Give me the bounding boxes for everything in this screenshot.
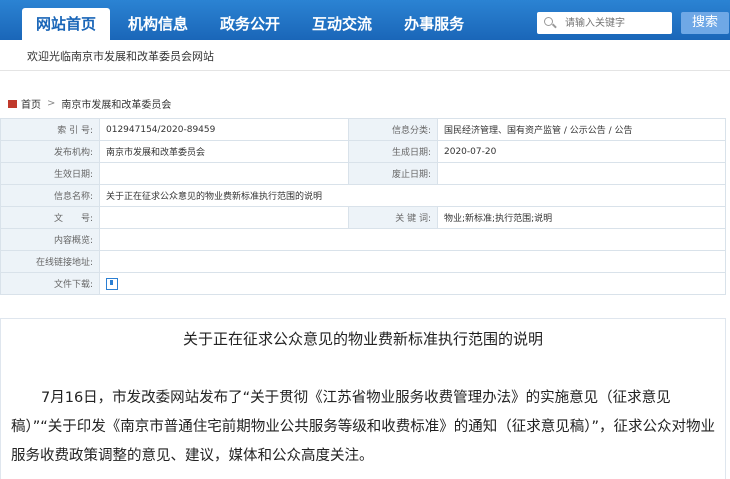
search-input[interactable]: [563, 16, 672, 30]
link-value: [99, 250, 726, 273]
summary-value: [99, 228, 726, 251]
keywords-label: 关 键 词:: [348, 206, 438, 229]
nav-item-interaction[interactable]: 互动交流: [298, 8, 386, 40]
nav-item-services[interactable]: 办事服务: [390, 8, 478, 40]
article-panel: 关于正在征求公众意见的物业费新标准执行范围的说明 7月16日，市发改委网站发布了…: [0, 318, 726, 479]
issuer-label: 发布机构:: [0, 140, 100, 163]
top-navigation-bar: 网站首页 机构信息 政务公开 互动交流 办事服务 搜索: [0, 0, 730, 40]
table-row: 生效日期: 废止日期:: [0, 162, 726, 185]
category-value: 国民经济管理、国有资产监管 / 公示公告 / 公告: [437, 118, 726, 141]
breadcrumb-current[interactable]: 南京市发展和改革委员会: [61, 96, 171, 111]
main-nav: 网站首页 机构信息 政务公开 互动交流 办事服务: [22, 8, 482, 40]
name-label: 信息名称:: [0, 184, 100, 207]
category-label: 信息分类:: [348, 118, 438, 141]
keywords-value: 物业;新标准;执行范围;说明: [437, 206, 726, 229]
document-metadata-table: 索 引 号: 012947154/2020-89459 信息分类: 国民经济管理…: [0, 118, 726, 295]
table-row: 文件下载:: [0, 272, 726, 295]
table-row: 文 号: 关 键 词: 物业;新标准;执行范围;说明: [0, 206, 726, 229]
search-icon: [543, 16, 557, 30]
table-row: 在线链接地址:: [0, 250, 726, 273]
nav-item-home[interactable]: 网站首页: [22, 8, 111, 40]
table-row: 信息名称: 关于正在征求公众意见的物业费新标准执行范围的说明: [0, 184, 726, 207]
breadcrumb-home[interactable]: 首页: [21, 96, 41, 111]
docno-label: 文 号:: [0, 206, 100, 229]
download-cell: [99, 272, 726, 295]
breadcrumb-separator: >: [47, 98, 56, 109]
summary-label: 内容概览:: [0, 228, 100, 251]
article-body: 7月16日，市发改委网站发布了“关于贯彻《江苏省物业服务收费管理办法》的实施意见…: [11, 390, 716, 464]
download-label: 文件下载:: [0, 272, 100, 295]
date-label: 生成日期:: [348, 140, 438, 163]
nav-item-government-affairs[interactable]: 政务公开: [206, 8, 294, 40]
nav-item-institution[interactable]: 机构信息: [114, 8, 202, 40]
search-button[interactable]: 搜索: [681, 12, 729, 34]
download-icon[interactable]: [106, 277, 118, 290]
index-label: 索 引 号:: [0, 118, 100, 141]
welcome-text: 欢迎光临南京市发展和改革委员会网站: [27, 50, 214, 63]
table-row: 发布机构: 南京市发展和改革委员会 生成日期: 2020-07-20: [0, 140, 726, 163]
date-value: 2020-07-20: [437, 140, 726, 163]
expire-label: 废止日期:: [348, 162, 438, 185]
table-row: 内容概览:: [0, 228, 726, 251]
home-icon: [8, 99, 17, 108]
effective-value: [99, 162, 349, 185]
expire-value: [437, 162, 726, 185]
search-box: [537, 12, 672, 34]
table-row: 索 引 号: 012947154/2020-89459 信息分类: 国民经济管理…: [0, 118, 726, 141]
link-label: 在线链接地址:: [0, 250, 100, 273]
article-title: 关于正在征求公众意见的物业费新标准执行范围的说明: [182, 330, 543, 348]
name-value: 关于正在征求公众意见的物业费新标准执行范围的说明: [99, 184, 726, 207]
divider: [0, 70, 730, 71]
index-value: 012947154/2020-89459: [99, 118, 349, 141]
issuer-value: 南京市发展和改革委员会: [99, 140, 349, 163]
breadcrumb: 首页 > 南京市发展和改革委员会: [8, 96, 171, 111]
docno-value: [99, 206, 349, 229]
effective-label: 生效日期:: [0, 162, 100, 185]
